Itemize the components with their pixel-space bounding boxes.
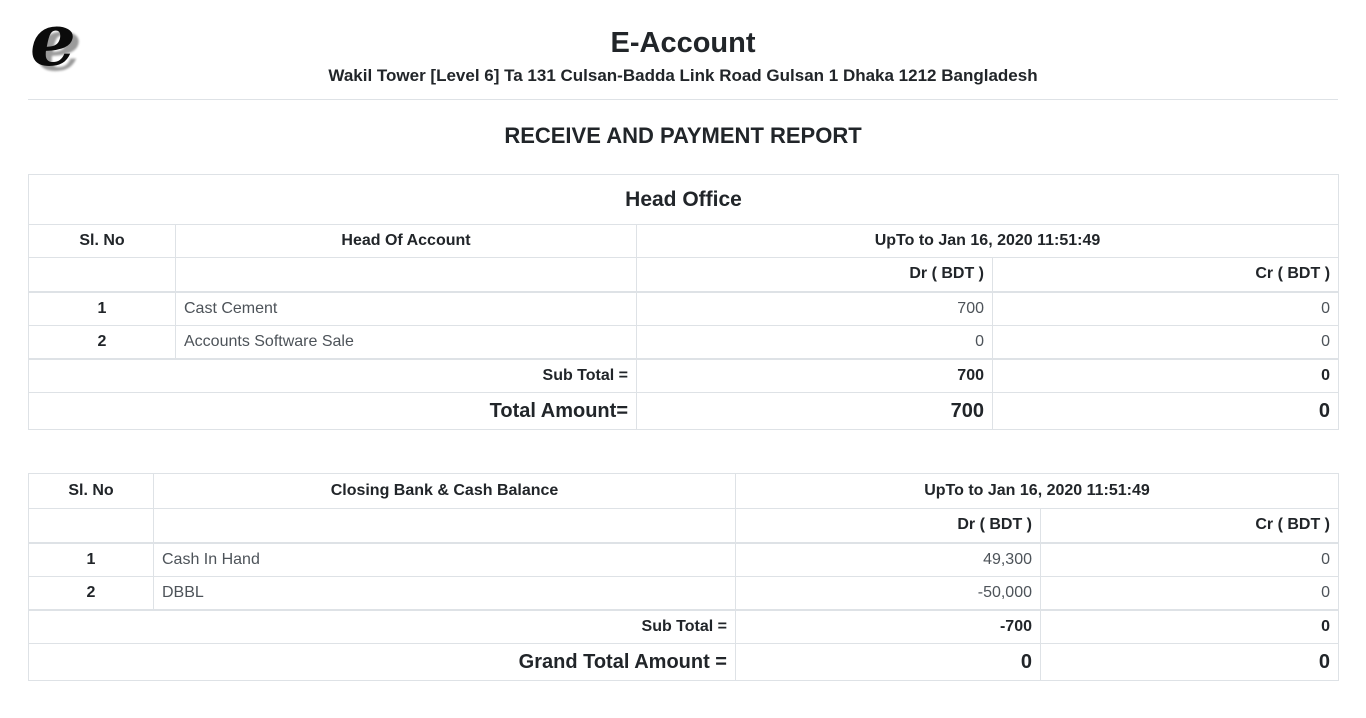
sl-no-cell: 2 bbox=[29, 326, 176, 359]
cr-amount-cell: 0 bbox=[993, 326, 1339, 359]
table-row: 1 Cash In Hand 49,300 0 bbox=[29, 543, 1339, 577]
closing-balance-table: Sl. No Closing Bank & Cash Balance UpTo … bbox=[28, 473, 1339, 681]
dr-amount-cell: -50,000 bbox=[736, 577, 1041, 610]
total-cr-cell: 0 bbox=[993, 393, 1339, 430]
subtotal-dr-cell: 700 bbox=[637, 359, 993, 393]
table-subheader-row: Dr ( BDT ) Cr ( BDT ) bbox=[29, 509, 1339, 543]
grand-total-label: Grand Total Amount = bbox=[29, 644, 736, 681]
report-title: RECEIVE AND PAYMENT REPORT bbox=[0, 123, 1366, 148]
table-row: 1 Cast Cement 700 0 bbox=[29, 292, 1339, 326]
col-header-upto: UpTo to Jan 16, 2020 11:51:49 bbox=[736, 474, 1339, 509]
table-subheader-row: Dr ( BDT ) Cr ( BDT ) bbox=[29, 258, 1339, 292]
subtotal-cr-cell: 0 bbox=[1041, 610, 1339, 644]
cr-amount-cell: 0 bbox=[993, 292, 1339, 326]
col-header-upto: UpTo to Jan 16, 2020 11:51:49 bbox=[637, 225, 1339, 258]
col-header-dr: Dr ( BDT ) bbox=[736, 509, 1041, 543]
company-address: Wakil Tower [Level 6] Ta 131 Culsan-Badd… bbox=[0, 65, 1366, 87]
col-header-closing-balance: Closing Bank & Cash Balance bbox=[154, 474, 736, 509]
dr-amount-cell: 49,300 bbox=[736, 543, 1041, 577]
subtotal-row: Sub Total = -700 0 bbox=[29, 610, 1339, 644]
empty-cell bbox=[29, 258, 176, 292]
table-header-row: Sl. No Closing Bank & Cash Balance UpTo … bbox=[29, 474, 1339, 509]
table-caption-row: Head Office bbox=[29, 175, 1339, 225]
head-office-table: Head Office Sl. No Head Of Account UpTo … bbox=[28, 174, 1339, 430]
col-header-sl-no: Sl. No bbox=[29, 225, 176, 258]
sl-no-cell: 1 bbox=[29, 292, 176, 326]
app-title: E-Account bbox=[0, 26, 1366, 60]
sl-no-cell: 1 bbox=[29, 543, 154, 577]
subtotal-row: Sub Total = 700 0 bbox=[29, 359, 1339, 393]
empty-cell bbox=[29, 509, 154, 543]
receive-payment-report-page: e E-Account Wakil Tower [Level 6] Ta 131… bbox=[0, 0, 1366, 718]
col-header-dr: Dr ( BDT ) bbox=[637, 258, 993, 292]
dr-amount-cell: 0 bbox=[637, 326, 993, 359]
grand-total-row: Grand Total Amount = 0 0 bbox=[29, 644, 1339, 681]
subtotal-cr-cell: 0 bbox=[993, 359, 1339, 393]
table-row: 2 Accounts Software Sale 0 0 bbox=[29, 326, 1339, 359]
col-header-cr: Cr ( BDT ) bbox=[993, 258, 1339, 292]
subtotal-label: Sub Total = bbox=[29, 610, 736, 644]
empty-cell bbox=[176, 258, 637, 292]
total-dr-cell: 700 bbox=[637, 393, 993, 430]
cr-amount-cell: 0 bbox=[1041, 577, 1339, 610]
table-row: 2 DBBL -50,000 0 bbox=[29, 577, 1339, 610]
account-cell: Cast Cement bbox=[176, 292, 637, 326]
header-divider bbox=[28, 99, 1338, 100]
table-header-row: Sl. No Head Of Account UpTo to Jan 16, 2… bbox=[29, 225, 1339, 258]
account-cell: Cash In Hand bbox=[154, 543, 736, 577]
total-row: Total Amount= 700 0 bbox=[29, 393, 1339, 430]
col-header-cr: Cr ( BDT ) bbox=[1041, 509, 1339, 543]
subtotal-label: Sub Total = bbox=[29, 359, 637, 393]
subtotal-dr-cell: -700 bbox=[736, 610, 1041, 644]
cr-amount-cell: 0 bbox=[1041, 543, 1339, 577]
grand-total-dr-cell: 0 bbox=[736, 644, 1041, 681]
col-header-head-of-account: Head Of Account bbox=[176, 225, 637, 258]
table-caption: Head Office bbox=[29, 175, 1339, 225]
empty-cell bbox=[154, 509, 736, 543]
sl-no-cell: 2 bbox=[29, 577, 154, 610]
dr-amount-cell: 700 bbox=[637, 292, 993, 326]
total-label: Total Amount= bbox=[29, 393, 637, 430]
account-cell: Accounts Software Sale bbox=[176, 326, 637, 359]
col-header-sl-no: Sl. No bbox=[29, 474, 154, 509]
e-account-logo: e bbox=[30, 4, 76, 76]
grand-total-cr-cell: 0 bbox=[1041, 644, 1339, 681]
account-cell: DBBL bbox=[154, 577, 736, 610]
